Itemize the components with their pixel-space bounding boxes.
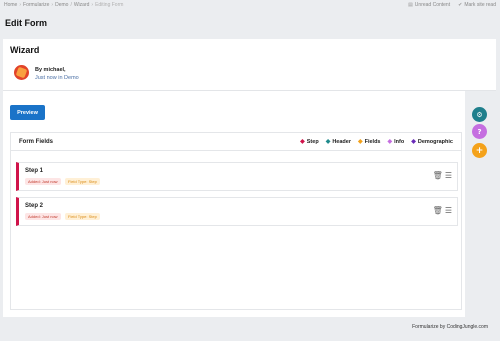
legend-fields[interactable]: ◆ Fields [358, 139, 381, 145]
help-button[interactable]: ? [472, 124, 487, 139]
author-label[interactable]: By michael, [35, 67, 66, 73]
mark-site-read-link[interactable]: ✔ Mark site read [458, 2, 496, 8]
top-bar: Home › Formularize › Demo / Wizard › Edi… [0, 0, 500, 10]
legend-header[interactable]: ◆ Header [326, 139, 351, 145]
unread-content-link[interactable]: ▤ Unread Content [408, 2, 450, 8]
breadcrumb-demo[interactable]: Demo [55, 2, 68, 8]
trash-icon[interactable]: 🗑 [433, 206, 443, 215]
form-body-card: Preview Form Fields ◆ Step ◆ Header ◆ Field… [3, 91, 465, 317]
breadcrumb: Home › Formularize › Demo / Wizard › Edi… [4, 2, 123, 8]
question-icon: ? [477, 127, 482, 136]
field-type-badge: Field Type: Step [65, 178, 100, 185]
breadcrumb-separator: / [70, 2, 72, 8]
form-fields-header: Form Fields ◆ Step ◆ Header ◆ Fields ◆ Info … [11, 133, 461, 151]
add-field-button[interactable]: + [472, 143, 487, 158]
page-title: Edit Form [5, 18, 47, 28]
step-row[interactable]: Step 2 Added: Just now Field Type: Step … [16, 197, 458, 226]
breadcrumb-formularize[interactable]: Formularize [23, 2, 49, 8]
cube-icon: ◆ [357, 138, 363, 145]
inbox-icon: ▤ [408, 2, 413, 8]
legend-info[interactable]: ◆ Info [388, 139, 405, 145]
legend-demographic-label: Demographic [417, 138, 453, 145]
legend-info-label: Info [394, 138, 405, 145]
legend-fields-label: Fields [364, 138, 381, 145]
row-actions: 🗑 ☰ [433, 206, 452, 215]
breadcrumb-home[interactable]: Home [4, 2, 17, 8]
row-actions: 🗑 ☰ [433, 171, 452, 180]
breadcrumb-current: Editing Form [95, 2, 124, 8]
field-type-legend: ◆ Step ◆ Header ◆ Fields ◆ Info ◆ Demographic [300, 139, 453, 145]
drag-handle-icon[interactable]: ☰ [445, 206, 452, 215]
breadcrumb-wizard[interactable]: Wizard [74, 2, 90, 8]
unread-content-label: Unread Content [414, 2, 451, 8]
posted-meta[interactable]: Just now in Demo [35, 75, 79, 81]
cube-icon: ◆ [387, 138, 393, 145]
plus-icon: + [475, 145, 484, 156]
legend-demographic[interactable]: ◆ Demographic [411, 139, 453, 145]
step-label: Step 1 [25, 168, 44, 174]
settings-button[interactable]: ⚙ [472, 107, 487, 122]
gear-icon: ⚙ [476, 110, 483, 119]
form-title: Wizard [10, 45, 40, 55]
check-icon: ✔ [458, 2, 463, 8]
preview-button[interactable]: Preview [10, 105, 45, 120]
breadcrumb-separator: › [91, 2, 94, 8]
cube-icon: ◆ [411, 138, 416, 145]
field-type-badge: Field Type: Step [65, 213, 100, 220]
cube-icon: ◆ [300, 138, 305, 145]
added-badge: Added: Just now [25, 178, 61, 185]
footer-credit[interactable]: Formularize by CodingJungle.com [412, 324, 488, 330]
step-label: Step 2 [25, 203, 44, 209]
legend-header-label: Header [332, 138, 351, 145]
legend-step[interactable]: ◆ Step [300, 139, 319, 145]
drag-handle-icon[interactable]: ☰ [445, 171, 452, 180]
form-fields-title: Form Fields [19, 138, 54, 145]
form-fields-panel: Form Fields ◆ Step ◆ Header ◆ Fields ◆ Info … [10, 132, 462, 310]
breadcrumb-separator: › [51, 2, 54, 8]
form-header-card: Wizard By michael, Just now in Demo [3, 39, 496, 91]
breadcrumb-separator: › [19, 2, 22, 8]
cube-icon: ◆ [325, 138, 331, 145]
avatar[interactable] [14, 65, 29, 80]
mark-site-read-label: Mark site read [464, 2, 496, 8]
trash-icon[interactable]: 🗑 [433, 171, 443, 180]
added-badge: Added: Just now [25, 213, 61, 220]
step-row[interactable]: Step 1 Added: Just now Field Type: Step … [16, 162, 458, 191]
legend-step-label: Step [306, 138, 319, 145]
